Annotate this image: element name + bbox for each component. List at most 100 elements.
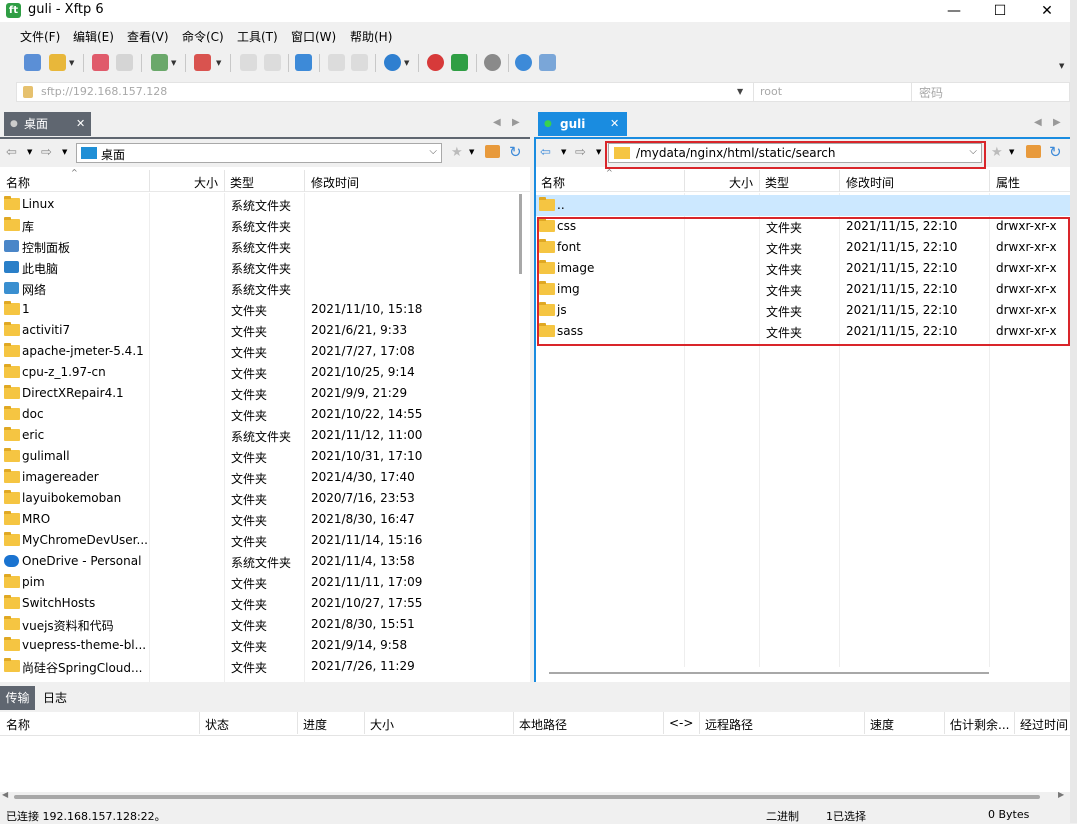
refresh-icon[interactable]: ↻	[1049, 143, 1062, 161]
back-arrow-icon[interactable]: ⇦	[540, 145, 551, 160]
tab-close-icon[interactable]: ✕	[76, 112, 85, 136]
col-name[interactable]: 名称	[6, 174, 30, 191]
tab-scroll-left-icon[interactable]: ◀	[1034, 117, 1042, 128]
chat-icon[interactable]	[539, 54, 556, 71]
col-direction[interactable]: <->	[669, 716, 693, 730]
col-elapsed[interactable]: 经过时间	[1020, 716, 1068, 733]
back-arrow-icon[interactable]: ⇦	[6, 145, 17, 160]
table-row[interactable]: SwitchHosts 文件夹 2021/10/27, 17:55	[0, 593, 518, 614]
table-row[interactable]: MRO 文件夹 2021/8/30, 16:47	[0, 509, 518, 530]
tab-close-icon[interactable]: ✕	[610, 112, 619, 136]
col-divider[interactable]	[944, 712, 945, 734]
copy-icon[interactable]	[240, 54, 257, 71]
host-input[interactable]: sftp://192.168.157.128	[41, 85, 167, 98]
table-row[interactable]: 尚硅谷SpringCloud... 文件夹 2021/7/26, 11:29	[0, 656, 518, 677]
col-divider[interactable]	[699, 712, 700, 734]
table-row[interactable]: gulimall 文件夹 2021/10/31, 17:10	[0, 446, 518, 467]
transfer-icon[interactable]	[194, 54, 211, 71]
new-session-icon[interactable]	[24, 54, 41, 71]
username-input[interactable]: root	[760, 85, 782, 98]
forward-arrow-icon[interactable]: ⇨	[41, 145, 52, 160]
transfer-horizontal-scrollbar[interactable]: ◀ ▶	[0, 790, 1070, 802]
home-folder-icon[interactable]	[485, 145, 500, 158]
properties-icon[interactable]	[151, 54, 168, 71]
col-divider[interactable]	[364, 712, 365, 734]
table-row[interactable]: apache-jmeter-5.4.1 文件夹 2021/7/27, 17:08	[0, 341, 518, 362]
chevron-down-icon[interactable]: ▼	[69, 59, 74, 67]
col-divider[interactable]	[663, 712, 664, 734]
table-row[interactable]: pim 文件夹 2021/11/11, 17:09	[0, 572, 518, 593]
col-divider[interactable]	[304, 170, 305, 192]
col-divider[interactable]	[684, 170, 685, 192]
horizontal-scrollbar-thumb[interactable]	[14, 795, 1040, 799]
col-divider[interactable]	[989, 170, 990, 192]
col-eta[interactable]: 估计剩余...	[950, 716, 1009, 733]
tab-scroll-right-icon[interactable]: ▶	[1053, 117, 1061, 128]
menu-tools[interactable]: 工具(T)	[237, 28, 278, 45]
chevron-down-icon[interactable]: ▼	[171, 59, 176, 67]
scroll-right-icon[interactable]: ▶	[1058, 790, 1064, 799]
tab-transfer[interactable]: 传输	[0, 686, 35, 710]
reconnect-icon[interactable]	[116, 54, 133, 71]
chevron-down-icon[interactable]: ▼	[27, 148, 32, 156]
bookmark-star-icon[interactable]: ★	[991, 145, 1003, 160]
chevron-down-icon[interactable]: ▼	[62, 148, 67, 156]
chevron-down-icon[interactable]: ▼	[737, 87, 743, 96]
paste-icon[interactable]	[264, 54, 281, 71]
col-remote-path[interactable]: 远程路径	[705, 716, 753, 733]
col-transfer-size[interactable]: 大小	[370, 716, 394, 733]
col-divider[interactable]	[839, 170, 840, 192]
col-transfer-name[interactable]: 名称	[6, 716, 30, 733]
menu-view[interactable]: 查看(V)	[127, 28, 169, 45]
col-name[interactable]: 名称	[541, 174, 565, 191]
gear-icon[interactable]	[484, 54, 501, 71]
menu-command[interactable]: 命令(C)	[182, 28, 224, 45]
chevron-down-icon[interactable]: ▼	[469, 148, 474, 156]
col-divider[interactable]	[224, 170, 225, 192]
menu-edit[interactable]: 编辑(E)	[73, 28, 114, 45]
horizontal-scrollbar-thumb[interactable]	[549, 672, 989, 674]
col-divider[interactable]	[1014, 712, 1015, 734]
menu-window[interactable]: 窗口(W)	[291, 28, 336, 45]
col-divider[interactable]	[513, 712, 514, 734]
sync-arrows-icon[interactable]	[295, 54, 312, 71]
col-local-path[interactable]: 本地路径	[519, 716, 567, 733]
chevron-down-icon[interactable]: ▼	[216, 59, 221, 67]
disconnect-icon[interactable]	[92, 54, 109, 71]
table-row[interactable]: 1 文件夹 2021/11/10, 15:18	[0, 299, 518, 320]
col-type[interactable]: 类型	[765, 174, 789, 191]
local-path-input[interactable]: 桌面 ⌵	[76, 143, 442, 163]
refresh-icon[interactable]: ↻	[509, 143, 522, 161]
tab-desktop[interactable]: ● 桌面 ✕	[4, 112, 91, 136]
table-row[interactable]: doc 文件夹 2021/10/22, 14:55	[0, 404, 518, 425]
col-divider[interactable]	[759, 170, 760, 192]
horizontal-scrollbar[interactable]	[535, 667, 1070, 679]
col-transfer-status[interactable]: 状态	[205, 716, 229, 733]
rename-icon[interactable]	[351, 54, 368, 71]
delete-icon[interactable]	[328, 54, 345, 71]
chevron-down-icon[interactable]: ▼	[1059, 62, 1064, 70]
col-size[interactable]: 大小	[729, 174, 753, 191]
col-divider[interactable]	[149, 170, 150, 192]
table-row[interactable]: cpu-z_1.97-cn 文件夹 2021/10/25, 9:14	[0, 362, 518, 383]
menu-file[interactable]: 文件(F)	[20, 28, 60, 45]
col-divider[interactable]	[864, 712, 865, 734]
forward-arrow-icon[interactable]: ⇨	[575, 145, 586, 160]
col-transfer-progress[interactable]: 进度	[303, 716, 327, 733]
col-modified[interactable]: 修改时间	[846, 174, 894, 191]
table-row[interactable]: layuibokemoban 文件夹 2020/7/16, 23:53	[0, 488, 518, 509]
table-row[interactable]: vuepress-theme-bl... 文件夹 2021/9/14, 9:58	[0, 635, 518, 656]
tab-scroll-left-icon[interactable]: ◀	[493, 117, 501, 128]
col-type[interactable]: 类型	[230, 174, 254, 191]
help-icon[interactable]	[515, 54, 532, 71]
table-row[interactable]: 网络 系统文件夹	[0, 278, 518, 299]
table-row[interactable]: activiti7 文件夹 2021/6/21, 9:33	[0, 320, 518, 341]
table-row[interactable]: DirectXRepair4.1 文件夹 2021/9/9, 21:29	[0, 383, 518, 404]
xshell-icon[interactable]	[427, 54, 444, 71]
bookmark-star-icon[interactable]: ★	[451, 145, 463, 160]
col-permissions[interactable]: 属性	[996, 174, 1020, 191]
chevron-down-icon[interactable]: ▼	[596, 148, 601, 156]
open-folder-icon[interactable]	[49, 54, 66, 71]
minimize-button[interactable]: —	[931, 0, 977, 22]
table-row[interactable]: vuejs资料和代码 文件夹 2021/8/30, 15:51	[0, 614, 518, 635]
